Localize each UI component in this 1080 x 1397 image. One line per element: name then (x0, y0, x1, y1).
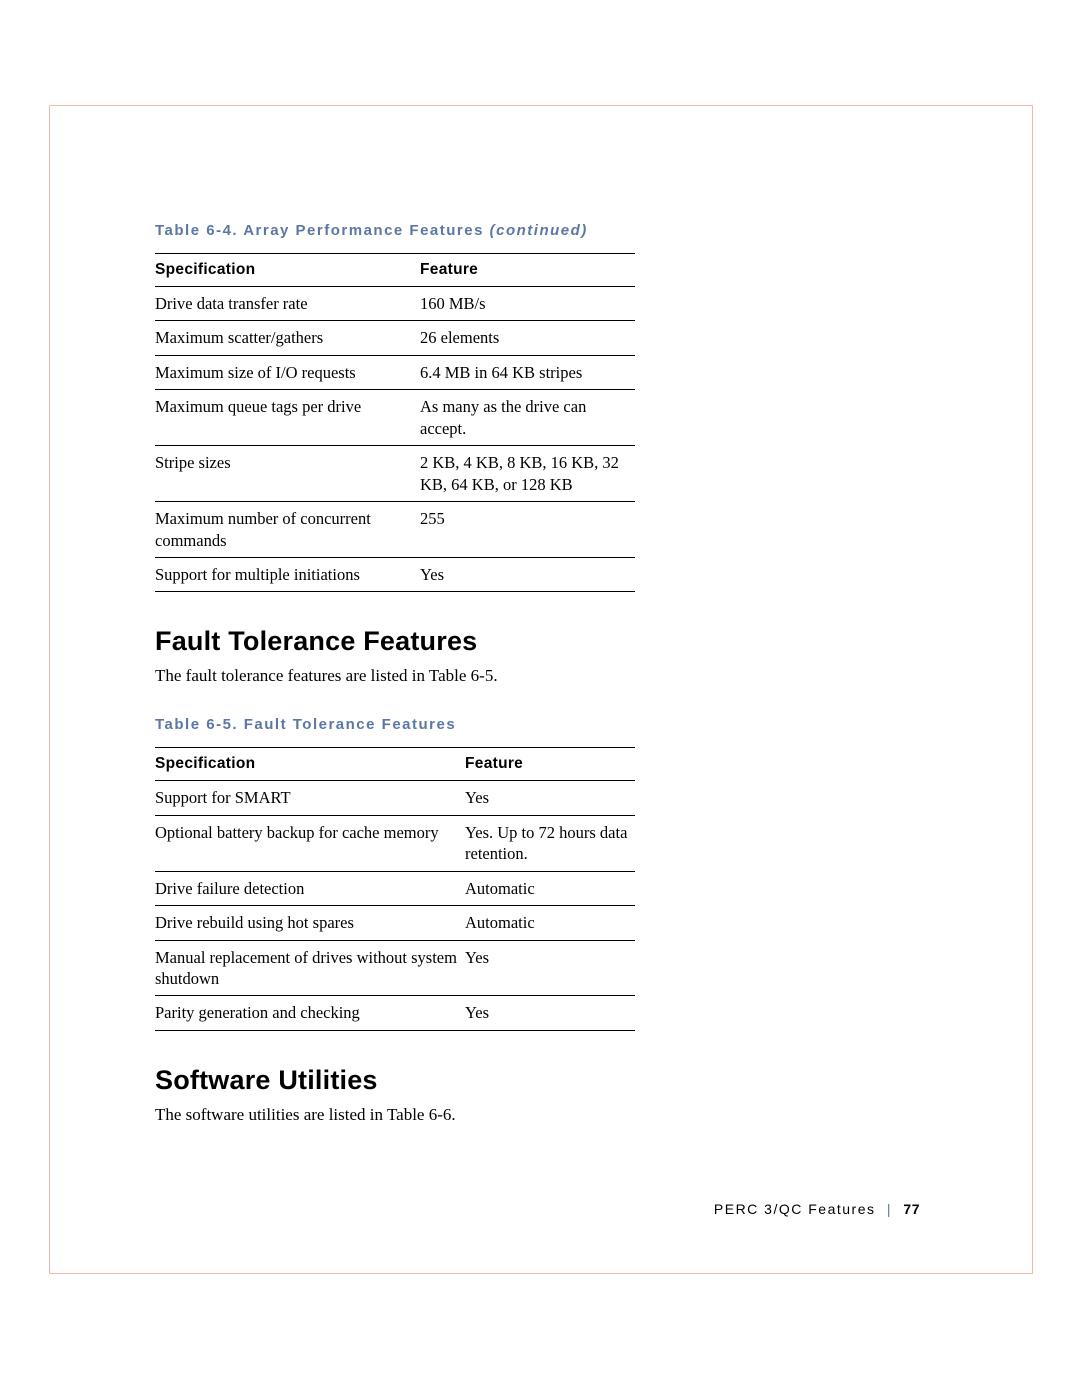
body-text: The fault tolerance features are listed … (155, 665, 945, 688)
table-6-5: Specification Feature Support for SMARTY… (155, 747, 635, 1031)
feat-cell: Automatic (465, 871, 635, 905)
spec-cell: Manual replacement of drives without sys… (155, 940, 465, 996)
table-header: Specification (155, 254, 420, 287)
feat-cell: Yes. Up to 72 hours data retention. (465, 815, 635, 871)
spec-cell: Maximum size of I/O requests (155, 355, 420, 389)
feat-cell: Yes (465, 996, 635, 1030)
feat-cell: Yes (465, 781, 635, 815)
table-row: Drive rebuild using hot sparesAutomatic (155, 906, 635, 940)
feat-cell: 26 elements (420, 321, 635, 355)
spec-cell: Drive failure detection (155, 871, 465, 905)
table-header: Specification (155, 748, 465, 781)
spec-cell: Drive data transfer rate (155, 287, 420, 321)
table-row: Maximum scatter/gathers26 elements (155, 321, 635, 355)
table-row: Optional battery backup for cache memory… (155, 815, 635, 871)
footer-separator: | (881, 1201, 898, 1217)
caption-text: Table 6-4. Array Performance Features (155, 222, 490, 239)
table-row: Maximum queue tags per driveAs many as t… (155, 390, 635, 446)
feat-cell: As many as the drive can accept. (420, 390, 635, 446)
table-6-4-caption: Table 6-4. Array Performance Features (c… (155, 222, 945, 239)
spec-cell: Maximum queue tags per drive (155, 390, 420, 446)
table-row: Support for multiple initiationsYes (155, 557, 635, 591)
feat-cell: 255 (420, 502, 635, 558)
spec-cell: Maximum number of concurrent commands (155, 502, 420, 558)
spec-cell: Support for multiple initiations (155, 557, 420, 591)
caption-continued: (continued) (490, 222, 588, 239)
feat-cell: 160 MB/s (420, 287, 635, 321)
table-6-4: Specification Feature Drive data transfe… (155, 253, 635, 592)
feat-cell: Automatic (465, 906, 635, 940)
table-header: Feature (420, 254, 635, 287)
footer-page-number: 77 (903, 1201, 920, 1217)
feat-cell: Yes (465, 940, 635, 996)
page-content: Table 6-4. Array Performance Features (c… (155, 222, 945, 1155)
spec-cell: Drive rebuild using hot spares (155, 906, 465, 940)
table-row: Drive failure detectionAutomatic (155, 871, 635, 905)
table-row: Stripe sizes2 KB, 4 KB, 8 KB, 16 KB, 32 … (155, 446, 635, 502)
table-header: Feature (465, 748, 635, 781)
table-row: Support for SMARTYes (155, 781, 635, 815)
table-row: Maximum size of I/O requests6.4 MB in 64… (155, 355, 635, 389)
page-footer: PERC 3/QC Features | 77 (714, 1201, 920, 1217)
table-row: Manual replacement of drives without sys… (155, 940, 635, 996)
body-text: The software utilities are listed in Tab… (155, 1104, 945, 1127)
table-6-5-caption: Table 6-5. Fault Tolerance Features (155, 716, 945, 733)
spec-cell: Optional battery backup for cache memory (155, 815, 465, 871)
heading-software-utilities: Software Utilities (155, 1065, 945, 1096)
table-row: Parity generation and checkingYes (155, 996, 635, 1030)
spec-cell: Support for SMART (155, 781, 465, 815)
table-row: Drive data transfer rate160 MB/s (155, 287, 635, 321)
feat-cell: 2 KB, 4 KB, 8 KB, 16 KB, 32 KB, 64 KB, o… (420, 446, 635, 502)
spec-cell: Stripe sizes (155, 446, 420, 502)
table-row: Maximum number of concurrent commands255 (155, 502, 635, 558)
heading-fault-tolerance: Fault Tolerance Features (155, 626, 945, 657)
spec-cell: Maximum scatter/gathers (155, 321, 420, 355)
feat-cell: Yes (420, 557, 635, 591)
feat-cell: 6.4 MB in 64 KB stripes (420, 355, 635, 389)
footer-section-label: PERC 3/QC Features (714, 1201, 876, 1217)
spec-cell: Parity generation and checking (155, 996, 465, 1030)
